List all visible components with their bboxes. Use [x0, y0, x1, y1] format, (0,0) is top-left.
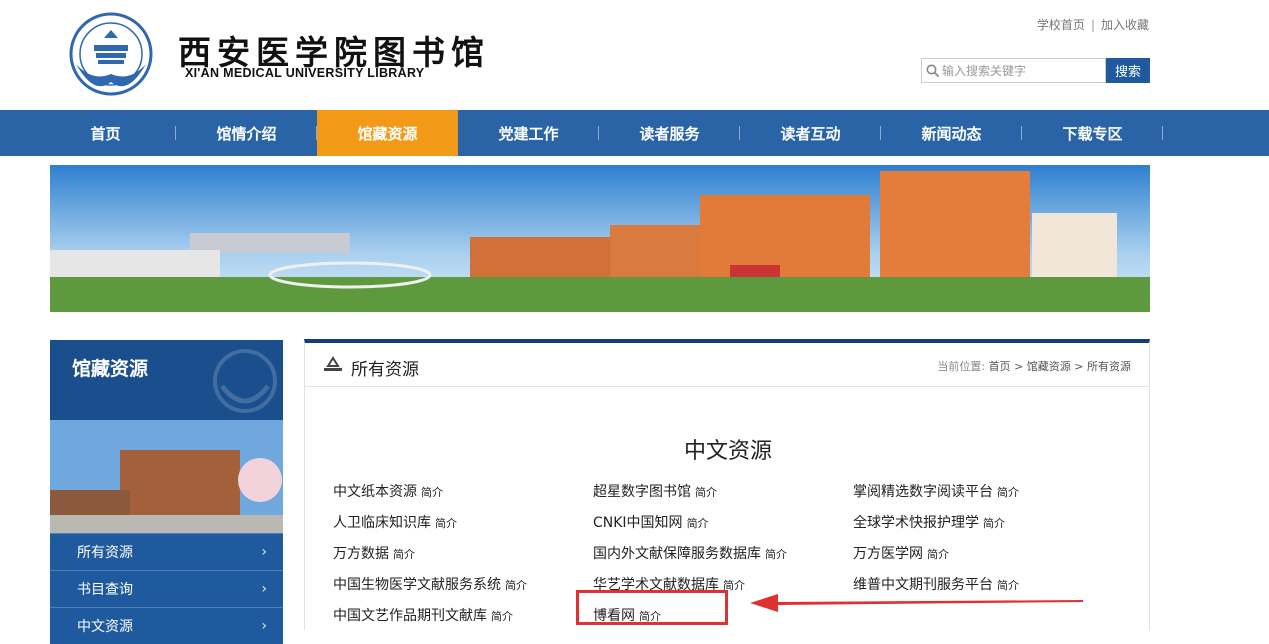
- campus-banner-image: [50, 165, 1150, 312]
- intro-link[interactable]: 简介: [765, 548, 787, 561]
- library-name-en: XI'AN MEDICAL UNIVERSITY LIBRARY: [185, 66, 425, 80]
- breadcrumb-home[interactable]: 首页: [989, 360, 1011, 373]
- intro-link[interactable]: 简介: [505, 579, 527, 592]
- intro-link[interactable]: 简介: [997, 486, 1019, 499]
- top-links: 学校首页 | 加入收藏: [1037, 16, 1149, 33]
- campus-banner: [50, 165, 1150, 312]
- intro-link[interactable]: 简介: [983, 517, 1005, 530]
- resources-icon: [324, 356, 342, 371]
- nav-collections[interactable]: 馆藏资源: [317, 110, 458, 156]
- intro-link[interactable]: 简介: [421, 486, 443, 499]
- resource-name: 国内外文献保障服务数据库: [593, 546, 761, 562]
- search-input[interactable]: [942, 63, 1102, 78]
- nav-downloads[interactable]: 下载专区: [1022, 110, 1163, 156]
- breadcrumb-collections[interactable]: 馆藏资源: [1027, 360, 1071, 373]
- intro-link[interactable]: 简介: [435, 517, 457, 530]
- main-nav: 首页 馆情介绍 馆藏资源 党建工作 读者服务 读者互动 新闻动态 下载专区: [0, 110, 1269, 156]
- sidebar-photo: [50, 420, 283, 533]
- resource-link[interactable]: 中国文艺作品期刊文献库 简介: [333, 605, 513, 625]
- sidebar-item-catalog-search[interactable]: 书目查询 ›: [50, 570, 283, 607]
- chevron-right-icon: ›: [261, 544, 267, 560]
- resource-link[interactable]: 全球学术快报护理学 简介: [853, 512, 1005, 532]
- resource-link[interactable]: 中国生物医学文献服务系统 简介: [333, 574, 527, 594]
- resource-link[interactable]: 超星数字图书馆 简介: [593, 481, 717, 501]
- resource-name: 中国文艺作品期刊文献库: [333, 608, 487, 624]
- resource-name: 超星数字图书馆: [593, 484, 691, 500]
- content-header: 所有资源 当前位置: 首页 > 馆藏资源 > 所有资源: [305, 343, 1149, 387]
- sidebar: 馆藏资源 所有资源 › 书目查询 › 中文资源 ›: [50, 340, 283, 644]
- resource-link[interactable]: 人卫临床知识库 简介: [333, 512, 457, 532]
- resource-link[interactable]: 国内外文献保障服务数据库 简介: [593, 543, 787, 563]
- site-header: 西安医学院图书馆 XI'AN MEDICAL UNIVERSITY LIBRAR…: [0, 0, 1269, 110]
- sidebar-item-chinese-resources[interactable]: 中文资源 ›: [50, 607, 283, 644]
- resource-name: 掌阅精选数字阅读平台: [853, 484, 993, 500]
- link-separator: |: [1090, 18, 1095, 32]
- sidebar-item-all-resources[interactable]: 所有资源 ›: [50, 533, 283, 570]
- resource-link[interactable]: 中文纸本资源 简介: [333, 481, 443, 501]
- resource-name: 中国生物医学文献服务系统: [333, 577, 501, 593]
- search-button[interactable]: 搜索: [1106, 58, 1150, 83]
- breadcrumb-separator: >: [1074, 360, 1087, 373]
- intro-link[interactable]: 简介: [695, 486, 717, 499]
- intro-link[interactable]: 简介: [393, 548, 415, 561]
- nav-reader-interaction[interactable]: 读者互动: [740, 110, 881, 156]
- sidebar-item-label: 所有资源: [77, 545, 133, 561]
- library-logo-icon[interactable]: [64, 12, 158, 98]
- breadcrumb: 当前位置: 首页 > 馆藏资源 > 所有资源: [937, 358, 1131, 374]
- breadcrumb-all-resources[interactable]: 所有资源: [1087, 360, 1131, 373]
- sidebar-title: 馆藏资源: [72, 358, 149, 380]
- resource-link[interactable]: CNKI中国知网 简介: [593, 512, 709, 532]
- resource-link[interactable]: 掌阅精选数字阅读平台 简介: [853, 481, 1019, 501]
- nav-party-work[interactable]: 党建工作: [458, 110, 599, 156]
- chevron-right-icon: ›: [261, 581, 267, 597]
- breadcrumb-label: 当前位置:: [937, 360, 986, 373]
- search-box: [921, 58, 1106, 83]
- sidebar-item-label: 书目查询: [77, 582, 133, 598]
- school-home-link[interactable]: 学校首页: [1037, 18, 1085, 32]
- add-favorite-link[interactable]: 加入收藏: [1101, 18, 1149, 32]
- page-title: 所有资源: [351, 360, 419, 380]
- highlight-box: [576, 590, 728, 625]
- breadcrumb-separator: >: [1014, 360, 1027, 373]
- section-title: 中文资源: [683, 439, 772, 464]
- search-icon: [926, 64, 940, 77]
- intro-link[interactable]: 简介: [687, 517, 709, 530]
- main-content: 所有资源 当前位置: 首页 > 馆藏资源 > 所有资源 中文资源 中文纸本资源简…: [304, 339, 1150, 630]
- nav-news[interactable]: 新闻动态: [881, 110, 1022, 156]
- resource-link[interactable]: 万方数据 简介: [333, 543, 415, 563]
- intro-link[interactable]: 简介: [927, 548, 949, 561]
- intro-link[interactable]: 简介: [491, 610, 513, 623]
- resource-name: 万方医学网: [853, 546, 923, 562]
- resource-name: 人卫临床知识库: [333, 515, 431, 531]
- nav-home[interactable]: 首页: [35, 110, 176, 156]
- sidebar-header: 馆藏资源: [50, 340, 283, 420]
- red-arrow-icon: [750, 594, 1083, 612]
- nav-about[interactable]: 馆情介绍: [176, 110, 317, 156]
- resource-link[interactable]: 万方医学网 简介: [853, 543, 949, 563]
- resource-name: 中文纸本资源: [333, 484, 417, 500]
- resource-name: 全球学术快报护理学: [853, 515, 979, 531]
- resource-name: CNKI中国知网: [593, 515, 683, 531]
- emblem-watermark-icon: [213, 349, 277, 413]
- sidebar-item-label: 中文资源: [77, 619, 133, 635]
- library-building-photo: [50, 420, 283, 533]
- chevron-right-icon: ›: [261, 618, 267, 634]
- resource-name: 万方数据: [333, 546, 389, 562]
- nav-reader-services[interactable]: 读者服务: [599, 110, 740, 156]
